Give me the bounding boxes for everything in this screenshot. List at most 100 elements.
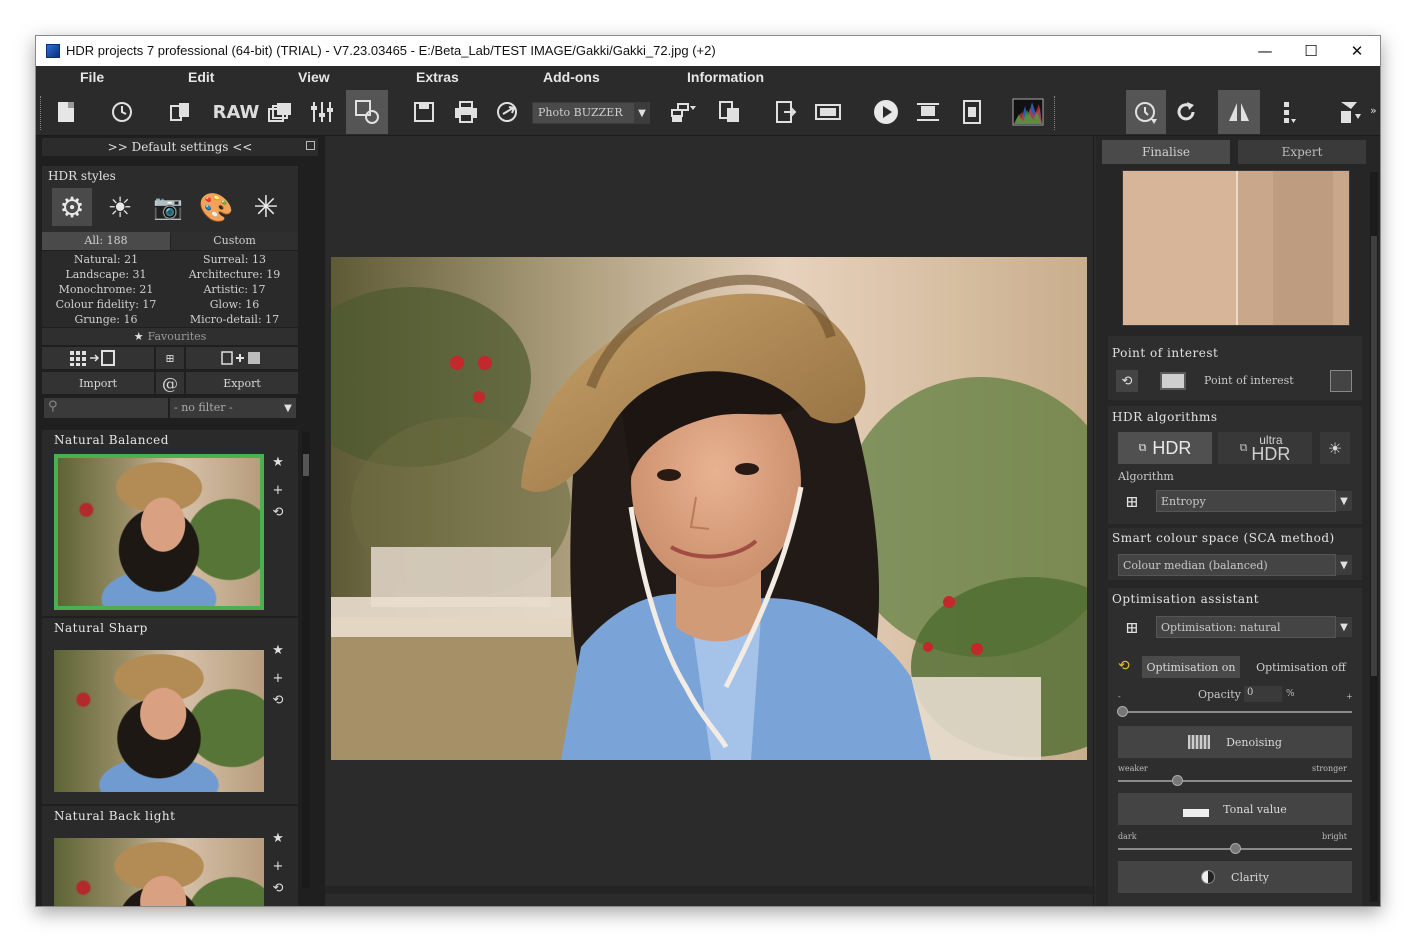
menu-edit[interactable]: Edit	[188, 69, 214, 85]
denoising-slider-track[interactable]	[1118, 780, 1352, 782]
compare-icon[interactable]	[712, 94, 748, 130]
algorithm-select[interactable]: Entropy	[1156, 490, 1336, 512]
chevron-down-icon[interactable]: ▼	[1336, 555, 1352, 575]
category-colour-fidelity[interactable]: Colour fidelity: 17	[42, 297, 170, 312]
algorithm-grid-icon[interactable]: ⊞	[1118, 490, 1146, 512]
category-surreal[interactable]: Surreal: 13	[171, 252, 298, 267]
ultra-hdr-button[interactable]: ⧉ ultra HDR	[1218, 432, 1312, 464]
search-input[interactable]: ⚲	[44, 398, 168, 418]
palette-icon[interactable]: 🎨	[196, 188, 236, 226]
clarity-button[interactable]: Clarity	[1118, 861, 1352, 893]
timer-icon[interactable]	[1126, 90, 1166, 134]
adjust-alt-icon[interactable]	[1332, 94, 1368, 130]
chevron-down-icon[interactable]: ▼	[1336, 491, 1352, 511]
add-icon[interactable]: +	[268, 856, 288, 876]
menu-extras[interactable]: Extras	[416, 69, 459, 85]
import-button[interactable]: Import	[42, 372, 154, 394]
histogram-icon[interactable]	[1010, 94, 1046, 130]
opacity-slider-track[interactable]	[1122, 711, 1352, 713]
crop-icon[interactable]	[910, 94, 946, 130]
clipboard-icon[interactable]	[162, 94, 198, 130]
minimize-button[interactable]: —	[1242, 36, 1288, 66]
email-button[interactable]: @	[156, 372, 184, 394]
hdr-button[interactable]: ⧉ HDR	[1118, 432, 1212, 464]
optimisation-sync-icon[interactable]: ⟲	[1118, 658, 1130, 674]
tonal-value-button[interactable]: Tonal value	[1118, 793, 1352, 825]
new-file-icon[interactable]	[48, 94, 84, 130]
video-icon[interactable]	[810, 94, 846, 130]
camera-icon[interactable]: 📷	[148, 188, 188, 226]
menu-view[interactable]: View	[298, 69, 330, 85]
tab-expert[interactable]: Expert	[1238, 140, 1366, 164]
style-thumbnail[interactable]	[54, 650, 264, 792]
doc-export-icon[interactable]	[768, 94, 804, 130]
play-icon[interactable]	[868, 94, 904, 130]
stack-icon[interactable]	[262, 94, 298, 130]
poi-frame-icon[interactable]	[1160, 372, 1186, 390]
favourite-star-icon[interactable]: ★	[268, 640, 288, 660]
tab-all[interactable]: All: 188	[42, 232, 170, 250]
category-glow[interactable]: Glow: 16	[171, 297, 298, 312]
tab-finalise[interactable]: Finalise	[1102, 140, 1230, 164]
export-icon[interactable]	[666, 94, 702, 130]
style-thumbnail[interactable]	[54, 838, 264, 906]
category-grunge[interactable]: Grunge: 16	[42, 312, 170, 327]
navigator-preview[interactable]	[1122, 170, 1350, 326]
opacity-slider-knob[interactable]	[1117, 706, 1128, 717]
preset-select[interactable]: Photo BUZZER	[532, 102, 650, 124]
chevron-down-icon[interactable]: ▼	[280, 398, 296, 418]
share-icon[interactable]	[490, 94, 526, 130]
adjust-icon[interactable]	[304, 94, 340, 130]
category-landscape[interactable]: Landscape: 31	[42, 267, 170, 282]
poi-label[interactable]: Point of interest	[1204, 374, 1294, 387]
optimisation-on-button[interactable]: Optimisation on	[1142, 656, 1240, 678]
save-icon[interactable]	[406, 94, 442, 130]
favourite-star-icon[interactable]: ★	[268, 452, 288, 472]
poi-copy-icon[interactable]	[1330, 370, 1352, 392]
default-settings-header[interactable]: >> Default settings <<	[42, 138, 318, 156]
print-icon[interactable]	[448, 94, 484, 130]
chevron-down-icon[interactable]: ▼	[634, 103, 650, 123]
add-icon[interactable]: +	[268, 668, 288, 688]
opacity-input[interactable]: 0	[1244, 686, 1282, 702]
import-grid-icon[interactable]	[42, 347, 154, 369]
settings-icon[interactable]	[346, 90, 388, 134]
optimisation-grid-icon[interactable]: ⊞	[1118, 616, 1146, 638]
optimisation-off-button[interactable]: Optimisation off	[1246, 656, 1356, 678]
menu-file[interactable]: File	[80, 69, 104, 85]
history-icon[interactable]	[104, 94, 140, 130]
cycle-icon[interactable]: ⟲	[268, 502, 288, 522]
denoising-button[interactable]: Denoising	[1118, 726, 1352, 758]
close-button[interactable]: ✕	[1334, 36, 1380, 66]
cycle-icon[interactable]: ⟲	[268, 690, 288, 710]
scrollbar-thumb[interactable]	[303, 454, 309, 476]
category-natural[interactable]: Natural: 21	[42, 252, 170, 267]
category-monochrome[interactable]: Monochrome: 21	[42, 282, 170, 297]
info-icon[interactable]	[954, 94, 990, 130]
refresh-icon[interactable]	[1168, 94, 1204, 130]
export-grid-icon[interactable]	[186, 347, 298, 369]
styles-scrollbar[interactable]	[302, 432, 310, 888]
grid-settings-icon[interactable]: ⊞	[156, 347, 184, 369]
dots-icon[interactable]	[1270, 94, 1306, 130]
category-micro-detail[interactable]: Micro-detail: 17	[171, 312, 298, 327]
menu-add-ons[interactable]: Add-ons	[543, 69, 600, 85]
bulb-icon[interactable]: ☀	[1320, 432, 1350, 464]
optimisation-select[interactable]: Optimisation: natural	[1156, 616, 1336, 638]
maximize-button[interactable]: ☐	[1288, 36, 1334, 66]
mirror-icon[interactable]	[1218, 90, 1260, 134]
main-photo[interactable]	[331, 257, 1087, 760]
gears-icon[interactable]: ⚙	[52, 188, 92, 226]
favourite-star-icon[interactable]: ★	[268, 828, 288, 848]
chevron-down-icon[interactable]: ▼	[1336, 617, 1352, 637]
menu-information[interactable]: Information	[687, 69, 764, 85]
style-thumbnail-selected[interactable]	[54, 454, 264, 610]
tab-custom[interactable]: Custom	[171, 232, 298, 250]
scrollbar-thumb[interactable]	[1371, 236, 1377, 676]
category-architecture[interactable]: Architecture: 19	[171, 267, 298, 282]
cycle-icon[interactable]: ⟲	[268, 878, 288, 898]
canvas-hscrollbar[interactable]	[325, 886, 1095, 894]
add-icon[interactable]: +	[268, 480, 288, 500]
tonal-slider-knob[interactable]	[1230, 843, 1241, 854]
export-button[interactable]: Export	[186, 372, 298, 394]
